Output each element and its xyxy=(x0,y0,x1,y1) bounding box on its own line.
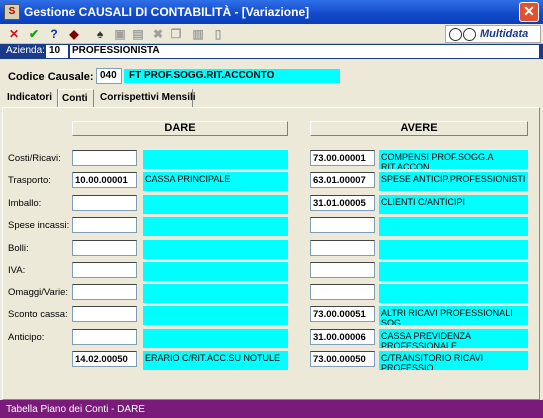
avere-description xyxy=(379,240,528,259)
avere-code-input[interactable]: 73.00.00050 xyxy=(310,351,375,367)
avere-description: C/TRANSITORIO RICAVI PROFESSIO xyxy=(379,351,528,370)
avere-description xyxy=(379,217,528,236)
dare-description xyxy=(143,329,288,348)
azienda-code: 10 xyxy=(46,45,68,58)
row-label: Costi/Ricavi: xyxy=(8,153,61,164)
dare-code-input[interactable] xyxy=(72,217,137,233)
row-label: Anticipo: xyxy=(8,332,45,343)
avere-code-input[interactable] xyxy=(310,262,375,278)
avere-description: ALTRI RICAVI PROFESSIONALI SOG xyxy=(379,306,528,325)
circle-icon xyxy=(463,28,476,41)
dare-code-input[interactable]: 14.02.00050 xyxy=(72,351,137,367)
avere-description: SPESE ANTICIP.PROFESSIONISTI xyxy=(379,172,528,191)
new-icon[interactable]: ▣ xyxy=(112,26,128,42)
binoculars-icon[interactable]: ♠ xyxy=(92,26,108,42)
dare-description xyxy=(143,306,288,325)
dare-description xyxy=(143,217,288,236)
avere-description: CASSA PREVIDENZA PROFESSIONALE xyxy=(379,329,528,348)
row-label: Spese incassi: xyxy=(8,220,70,231)
avere-description xyxy=(379,262,528,281)
row-label: Sconto cassa: xyxy=(8,309,68,320)
dare-code-input[interactable] xyxy=(72,284,137,300)
document-icon[interactable]: ▯ xyxy=(210,26,226,42)
dare-description: CASSA PRINCIPALE xyxy=(143,172,288,191)
avere-code-input[interactable]: 31.01.00005 xyxy=(310,195,375,211)
dare-header: DARE xyxy=(72,121,288,136)
avere-code-input[interactable] xyxy=(310,284,375,300)
status-bar: Tabella Piano dei Conti - DARE xyxy=(0,400,543,418)
row-label: IVA: xyxy=(8,265,26,276)
multidata-logo: Multidata xyxy=(445,25,541,43)
avere-code-input[interactable]: 31.00.00006 xyxy=(310,329,375,345)
dare-code-input[interactable]: 10.00.00001 xyxy=(72,172,137,188)
save-icon[interactable]: ▤ xyxy=(130,26,146,42)
avere-code-input[interactable] xyxy=(310,240,375,256)
tab-corrispettivi-mensili[interactable]: Corrispettivi Mensili xyxy=(97,89,196,107)
row-label: Omaggi/Varie: xyxy=(8,287,69,298)
dare-description xyxy=(143,262,288,281)
row-label: Imballo: xyxy=(8,198,42,209)
dare-code-input[interactable] xyxy=(72,306,137,322)
window-title: Gestione CAUSALI DI CONTABILITÀ - [Varia… xyxy=(24,5,310,19)
copy-icon[interactable]: ❐ xyxy=(168,26,184,42)
azienda-name: PROFESSIONISTA xyxy=(70,45,539,58)
delete-icon[interactable]: ✖ xyxy=(150,26,166,42)
row-label: Trasporto: xyxy=(8,175,51,186)
help-icon[interactable]: ? xyxy=(46,26,62,42)
dare-code-input[interactable] xyxy=(72,262,137,278)
cancel-icon[interactable]: ✕ xyxy=(6,26,22,42)
book-icon[interactable]: ◆ xyxy=(66,26,82,42)
close-button[interactable]: ✕ xyxy=(519,2,539,22)
avere-code-input[interactable]: 73.00.00001 xyxy=(310,150,375,166)
avere-header: AVERE xyxy=(310,121,528,136)
codice-causale-input[interactable]: 040 xyxy=(96,68,122,84)
causale-description: FT PROF.SOGG.RIT.ACCONTO xyxy=(124,69,340,83)
confirm-icon[interactable]: ✔ xyxy=(26,26,42,42)
dare-description xyxy=(143,284,288,303)
title-bar: S Gestione CAUSALI DI CONTABILITÀ - [Var… xyxy=(0,0,543,24)
tab-indicatori[interactable]: Indicatori xyxy=(4,89,58,107)
circle-icon xyxy=(449,28,462,41)
dare-code-input[interactable] xyxy=(72,150,137,166)
dare-description: ERARIO C/RIT.ACC.SU NOTULE xyxy=(143,351,288,370)
avere-code-input[interactable] xyxy=(310,217,375,233)
paste-icon[interactable]: ▥ xyxy=(190,26,206,42)
dare-description xyxy=(143,240,288,259)
dare-description xyxy=(143,150,288,169)
toolbar: Multidata ✕ ✔? ◆ ♠ ▣ ▤ ✖ ❐ ▥ ▯ xyxy=(0,24,543,44)
avere-description: COMPENSI PROF.SOGG.A RIT.ACCON xyxy=(379,150,528,169)
row-label: Bolli: xyxy=(8,243,29,254)
dare-code-input[interactable] xyxy=(72,329,137,345)
dare-code-input[interactable] xyxy=(72,195,137,211)
azienda-label: Azienda: xyxy=(6,45,45,56)
codice-causale-label: Codice Causale: xyxy=(8,71,94,83)
tab-conti[interactable]: Conti xyxy=(58,89,94,107)
avere-description xyxy=(379,284,528,303)
azienda-bar: Azienda: 10 PROFESSIONISTA xyxy=(0,44,543,59)
avere-description: CLIENTI C/ANTICIPI xyxy=(379,195,528,214)
avere-code-input[interactable]: 63.01.00007 xyxy=(310,172,375,188)
dare-code-input[interactable] xyxy=(72,240,137,256)
dare-description xyxy=(143,195,288,214)
app-icon: S xyxy=(4,4,20,20)
avere-code-input[interactable]: 73.00.00051 xyxy=(310,306,375,322)
